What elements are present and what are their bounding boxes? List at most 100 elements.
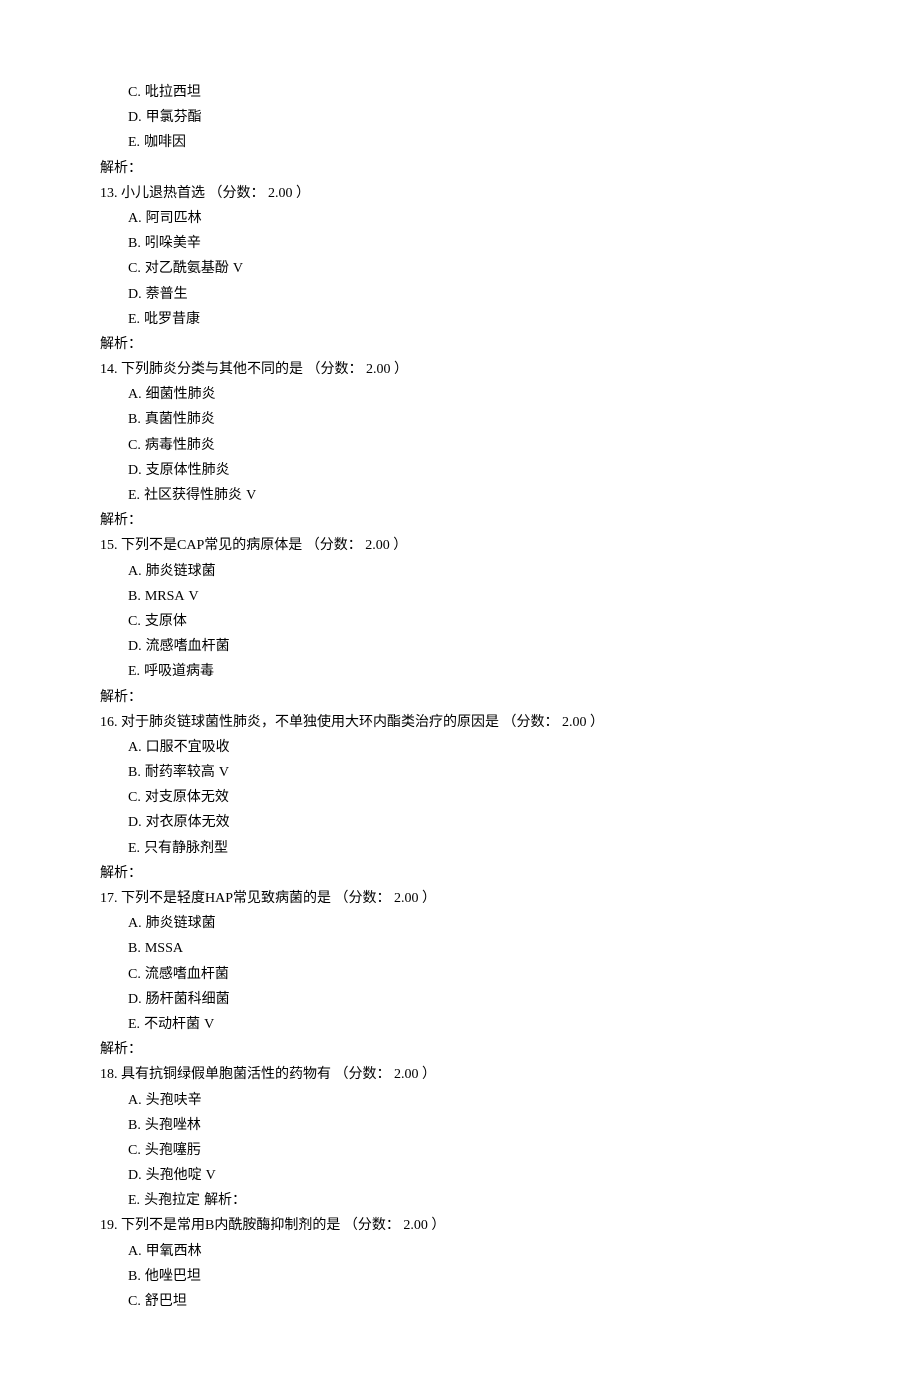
option-label: E. <box>128 664 140 679</box>
document-body: C.吡拉西坦D.甲氯芬酯E.咖啡因解析：13. 小儿退热首选 （分数： 2.00… <box>100 80 820 1314</box>
option-text: 对衣原体无效 <box>146 815 230 830</box>
question-option: B.MRSAV <box>100 584 820 609</box>
option-text: 甲氯芬酯 <box>146 110 202 125</box>
option-label: B. <box>128 589 141 604</box>
question-option: C.支原体 <box>100 609 820 634</box>
option-text: 咖啡因 <box>144 135 186 150</box>
question-option: D. 流感嗜血杆菌 <box>100 634 820 659</box>
question-score: （分数： 2.00 ） <box>306 538 408 553</box>
option-label: B. <box>128 941 141 956</box>
analysis-label: 解析： <box>100 861 820 886</box>
question-option: B.耐药率较高V <box>100 760 820 785</box>
option-text: 对乙酰氨基酚 <box>145 261 229 276</box>
question-option: D.支原体性肺炎 <box>100 458 820 483</box>
question-option: E. 咖啡因 <box>100 130 820 155</box>
option-label: C. <box>128 261 141 276</box>
question-number: 17. <box>100 891 121 906</box>
question-option: C. 对乙酰氨基酚 V <box>100 256 820 281</box>
option-text: 呼吸道病毒 <box>144 664 214 679</box>
option-label: B. <box>128 1118 141 1133</box>
question-option: C. 病毒性肺炎 <box>100 433 820 458</box>
question-option: C. 吡拉西坦 <box>100 80 820 105</box>
option-label: D. <box>128 110 142 125</box>
option-text: 吲哚美辛 <box>145 236 201 251</box>
question-stem: 16. 对于肺炎链球菌性肺炎，不单独使用大环内酯类治疗的原因是 （分数： 2.0… <box>100 710 820 735</box>
question-option: C.头孢噻肟 <box>100 1138 820 1163</box>
option-text: 口服不宜吸收 <box>146 740 230 755</box>
option-label: A. <box>128 740 142 755</box>
correct-mark: V <box>246 488 256 503</box>
question-stem: 14. 下列肺炎分类与其他不同的是 （分数： 2.00 ） <box>100 357 820 382</box>
question-option: A.头孢呋辛 <box>100 1088 820 1113</box>
question-text: 下列不是CAP常见的病原体是 <box>121 538 306 553</box>
question-text: 小儿退热首选 <box>121 186 209 201</box>
option-label: E. <box>128 135 140 150</box>
question-score: （分数： 2.00 ） <box>307 362 409 377</box>
correct-mark: V <box>189 589 199 604</box>
question-stem: 18. 具有抗铜绿假单胞菌活性的药物有 （分数： 2.00 ） <box>100 1062 820 1087</box>
question-option: A.细菌性肺炎 <box>100 382 820 407</box>
option-text: MSSA <box>145 941 183 956</box>
option-text: 肺炎链球菌 <box>146 916 216 931</box>
option-label: E. <box>128 1193 140 1208</box>
analysis-label: 解析： <box>100 1037 820 1062</box>
question-number: 15. <box>100 538 121 553</box>
analysis-label: 解析： <box>204 1193 246 1208</box>
option-text: 萘普生 <box>146 287 188 302</box>
option-text: 头孢拉定 <box>144 1193 200 1208</box>
option-label: C. <box>128 85 141 100</box>
option-label: B. <box>128 236 141 251</box>
question-text: 具有抗铜绿假单胞菌活性的药物有 <box>121 1067 335 1082</box>
question-score: （分数： 2.00 ） <box>503 715 605 730</box>
question-option: B. 吲哚美辛 <box>100 231 820 256</box>
option-text: 细菌性肺炎 <box>146 387 216 402</box>
option-text: 甲氧西林 <box>146 1244 202 1259</box>
option-label: D. <box>128 639 142 654</box>
option-label: D. <box>128 815 142 830</box>
option-text: 舒巴坦 <box>145 1294 187 1309</box>
correct-mark: V <box>219 765 229 780</box>
option-text: 阿司匹林 <box>146 211 202 226</box>
question-option: A. 口服不宜吸收 <box>100 735 820 760</box>
question-option: C.舒巴坦 <box>100 1289 820 1314</box>
question-option: A.肺炎链球菌 <box>100 559 820 584</box>
analysis-label: 解析： <box>100 156 820 181</box>
question-option: E.社区获得性肺炎V <box>100 483 820 508</box>
question-option: A. 肺炎链球菌 <box>100 911 820 936</box>
option-label: C. <box>128 614 141 629</box>
question-option: B. 他唑巴坦 <box>100 1264 820 1289</box>
question-option: B. MSSA <box>100 936 820 961</box>
question-stem: 15. 下列不是CAP常见的病原体是 （分数： 2.00 ） <box>100 533 820 558</box>
option-text: 社区获得性肺炎 <box>144 488 242 503</box>
correct-mark: V <box>204 1017 214 1032</box>
question-option: E. 呼吸道病毒 <box>100 659 820 684</box>
option-text: 吡拉西坦 <box>145 85 201 100</box>
question-option: E.不动杆菌V <box>100 1012 820 1037</box>
option-label: B. <box>128 1269 141 1284</box>
question-option: D.萘普生 <box>100 282 820 307</box>
option-label: C. <box>128 1143 141 1158</box>
question-option: D.头孢他啶V <box>100 1163 820 1188</box>
option-text: 病毒性肺炎 <box>145 438 215 453</box>
question-option: B.真菌性肺炎 <box>100 407 820 432</box>
option-label: E. <box>128 1017 140 1032</box>
question-number: 18. <box>100 1067 121 1082</box>
option-label: A. <box>128 916 142 931</box>
question-text: 下列不是常用B内酰胺酶抑制剂的是 <box>121 1218 344 1233</box>
option-text: 耐药率较高 <box>145 765 215 780</box>
question-option: D. 甲氯芬酯 <box>100 105 820 130</box>
question-option: E.吡罗昔康 <box>100 307 820 332</box>
option-text: 头孢他啶 <box>146 1168 202 1183</box>
question-number: 16. <box>100 715 121 730</box>
question-option: A.甲氧西林 <box>100 1239 820 1264</box>
option-label: C. <box>128 438 141 453</box>
analysis-label: 解析： <box>100 685 820 710</box>
option-text: 他唑巴坦 <box>145 1269 201 1284</box>
option-label: A. <box>128 1093 142 1108</box>
correct-mark: V <box>233 261 243 276</box>
question-score: （分数： 2.00 ） <box>335 1067 437 1082</box>
option-text: 流感嗜血杆菌 <box>146 639 230 654</box>
option-label: D. <box>128 992 142 1007</box>
question-score: （分数： 2.00 ） <box>209 186 311 201</box>
option-label: D. <box>128 1168 142 1183</box>
